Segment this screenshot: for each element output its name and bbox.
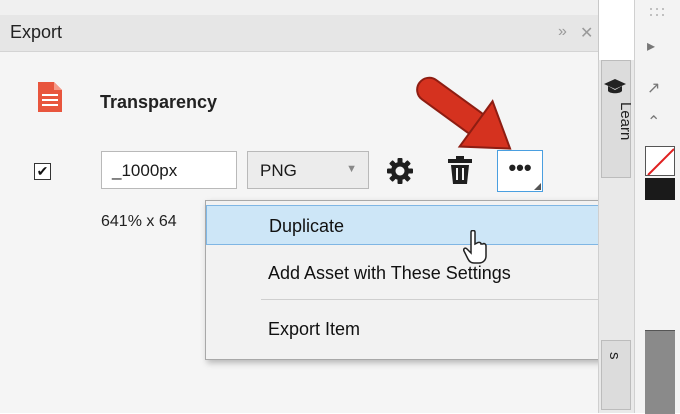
asset-name[interactable]: Transparency [100, 92, 217, 113]
menu-item-label: Add Asset with These Settings [268, 263, 511, 283]
submenu-corner-indicator [534, 183, 541, 190]
dimensions-text: 641% x 64 [101, 213, 177, 230]
chevron-down-icon: ▼ [346, 163, 357, 175]
file-document-icon [38, 82, 62, 112]
close-icon[interactable]: ✕ [580, 23, 593, 43]
tab-bottom-label: s [606, 352, 623, 360]
double-chevron-right-icon[interactable]: » [558, 23, 567, 41]
panel-titlebar: Export » ✕ [0, 15, 598, 52]
tab-learn-label: Learn [617, 102, 634, 141]
red-arrow-annotation [416, 76, 512, 150]
panel-title: Export [10, 22, 63, 42]
no-color-slash-icon [647, 148, 674, 175]
tab-bottom-docker[interactable] [601, 340, 631, 410]
triangle-right-icon[interactable]: ▸ [647, 36, 655, 56]
gray-color-swatch[interactable] [645, 330, 675, 414]
mouse-pointer-hand-icon [463, 230, 487, 264]
eyedropper-icon[interactable]: ↗ [647, 78, 660, 98]
black-color-swatch[interactable] [645, 178, 675, 200]
format-value: PNG [260, 161, 297, 180]
no-color-swatch[interactable] [645, 146, 675, 176]
chevron-up-icon[interactable]: ⌃ [647, 112, 660, 132]
menu-item-label: Export Item [268, 319, 361, 339]
menu-item-label: Duplicate [269, 216, 345, 236]
suffix-input[interactable]: _1000px [101, 151, 237, 189]
grip-dots-icon[interactable] [648, 6, 666, 24]
export-enabled-checkbox[interactable]: ✔ [34, 163, 51, 180]
format-select[interactable]: PNG ▼ [247, 151, 369, 189]
graduation-cap-icon [604, 79, 626, 94]
